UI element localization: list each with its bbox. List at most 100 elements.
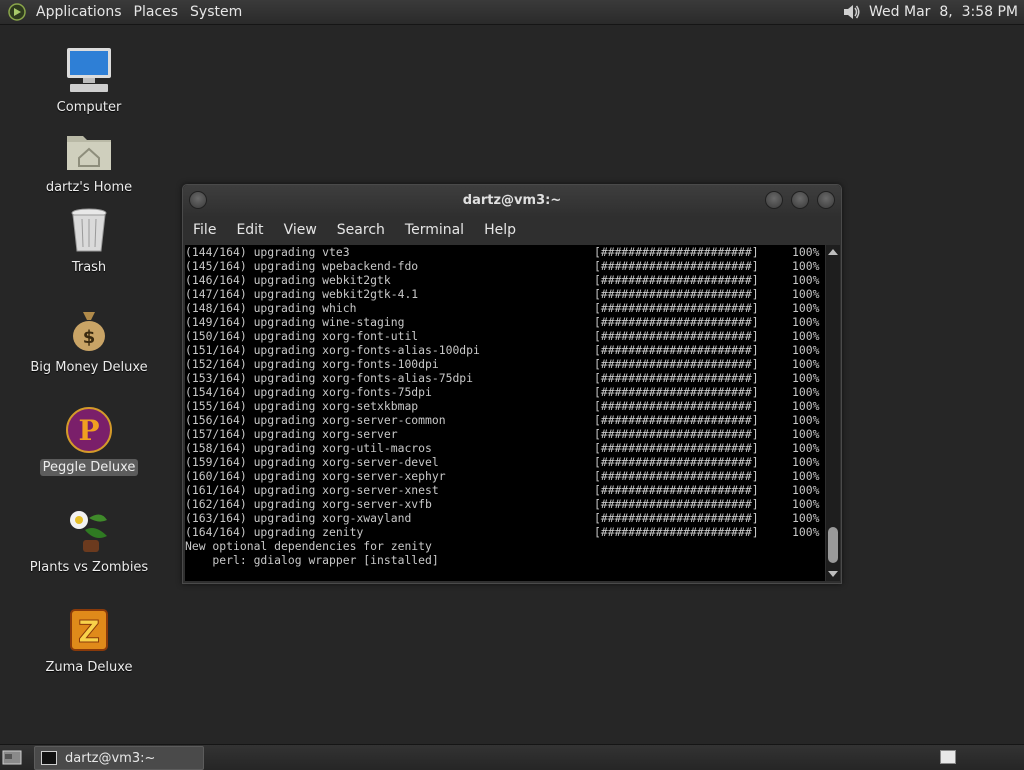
menu-view[interactable]: View xyxy=(274,217,327,243)
terminal-progress-bar: [######################] xyxy=(594,371,759,385)
terminal-percent: 100% xyxy=(792,497,820,511)
terminal-line-text: (157/164) upgrading xorg-server xyxy=(185,427,398,441)
terminal-progress-bar: [######################] xyxy=(594,329,759,343)
menu-terminal[interactable]: Terminal xyxy=(395,217,474,243)
terminal-lines: (144/164) upgrading vte3 [###############… xyxy=(185,245,825,539)
scroll-up-arrow-icon[interactable] xyxy=(828,249,838,255)
window-titlebar[interactable]: dartz@vm3:~ xyxy=(183,185,841,217)
desktop-icon-home[interactable]: dartz's Home xyxy=(14,124,164,196)
terminal-progress-bar: [######################] xyxy=(594,413,759,427)
maximize-button[interactable] xyxy=(791,191,809,209)
desktop-icon-label: Computer xyxy=(56,100,122,115)
terminal-progress-bar: [######################] xyxy=(594,399,759,413)
terminal-scrollbar[interactable] xyxy=(826,245,840,581)
plants-icon xyxy=(70,511,107,552)
terminal-line-text: (150/164) upgrading xorg-font-util xyxy=(185,329,419,343)
terminal-line-text: (163/164) upgrading xorg-xwayland xyxy=(185,511,412,525)
desktop-icon-trash[interactable]: Trash xyxy=(14,204,164,276)
terminal-line: (154/164) upgrading xorg-fonts-75dpi [###… xyxy=(185,385,825,399)
menu-help[interactable]: Help xyxy=(474,217,526,243)
taskbar-button-terminal[interactable]: dartz@vm3:~ xyxy=(34,746,204,770)
panel-tray: Wed Mar 8, 3:58 PM xyxy=(841,0,1024,24)
terminal-percent: 100% xyxy=(792,399,820,413)
terminal-percent: 100% xyxy=(792,413,820,427)
terminal-line-text: (144/164) upgrading vte3 xyxy=(185,245,350,259)
menu-file[interactable]: File xyxy=(183,217,226,243)
terminal-percent: 100% xyxy=(792,385,820,399)
terminal-line-text: (160/164) upgrading xorg-server-xephyr xyxy=(185,469,446,483)
terminal-menubar: File Edit View Search Terminal Help xyxy=(183,217,841,243)
terminal-line: (156/164) upgrading xorg-server-common [#… xyxy=(185,413,825,427)
terminal-progress-bar: [######################] xyxy=(594,259,759,273)
terminal-footer-line: New optional dependencies for zenity xyxy=(185,539,432,553)
desktop-icon-computer[interactable]: Computer xyxy=(14,44,164,116)
terminal-line: (159/164) upgrading xorg-server-devel [##… xyxy=(185,455,825,469)
terminal-line: (158/164) upgrading xorg-util-macros [###… xyxy=(185,441,825,455)
terminal-progress-bar: [######################] xyxy=(594,357,759,371)
terminal-progress-bar: [######################] xyxy=(594,301,759,315)
terminal-window[interactable]: dartz@vm3:~ File Edit View Search Termin… xyxy=(182,184,842,584)
home-folder-icon xyxy=(67,136,111,170)
svg-text:P: P xyxy=(78,414,99,447)
minimize-button[interactable] xyxy=(765,191,783,209)
clock[interactable]: Wed Mar 8, 3:58 PM xyxy=(869,4,1018,20)
terminal-output[interactable]: (144/164) upgrading vte3 [###############… xyxy=(185,245,825,581)
terminal-progress-bar: [######################] xyxy=(594,455,759,469)
terminal-line: (157/164) upgrading xorg-server [########… xyxy=(185,427,825,441)
terminal-line-text: (158/164) upgrading xorg-util-macros xyxy=(185,441,432,455)
terminal-line: (144/164) upgrading vte3 [###############… xyxy=(185,245,825,259)
panel-menus: Applications Places System xyxy=(0,0,248,24)
terminal-percent: 100% xyxy=(792,259,820,273)
terminal-line-text: (159/164) upgrading xorg-server-devel xyxy=(185,455,439,469)
close-button[interactable] xyxy=(817,191,835,209)
terminal-line: (145/164) upgrading wpebackend-fdo [#####… xyxy=(185,259,825,273)
desktop-icon-label: Plants vs Zombies xyxy=(29,560,149,575)
terminal-line: (155/164) upgrading xorg-setxkbmap [#####… xyxy=(185,399,825,413)
terminal-line-text: (153/164) upgrading xorg-fonts-alias-75d… xyxy=(185,371,474,385)
desktop-icon-zuma[interactable]: Z Zuma Deluxe xyxy=(14,604,164,676)
terminal-progress-bar: [######################] xyxy=(594,441,759,455)
zuma-icon: Z xyxy=(70,609,108,651)
computer-icon xyxy=(67,48,111,92)
scroll-down-arrow-icon[interactable] xyxy=(828,571,838,577)
menu-edit[interactable]: Edit xyxy=(226,217,273,243)
terminal-percent: 100% xyxy=(792,483,820,497)
show-desktop-icon[interactable] xyxy=(2,748,22,766)
volume-icon[interactable] xyxy=(841,2,861,22)
desktop-icon-plants-vs-zombies[interactable]: Plants vs Zombies xyxy=(14,504,164,576)
terminal-percent: 100% xyxy=(792,343,820,357)
svg-text:$: $ xyxy=(83,327,96,348)
terminal-line: (146/164) upgrading webkit2gtk [#########… xyxy=(185,273,825,287)
menu-search[interactable]: Search xyxy=(327,217,395,243)
terminal-progress-bar: [######################] xyxy=(594,525,759,539)
terminal-progress-bar: [######################] xyxy=(594,469,759,483)
terminal-percent: 100% xyxy=(792,357,820,371)
money-bag-icon: $ xyxy=(73,312,105,351)
applications-menu[interactable]: Applications xyxy=(30,0,128,24)
terminal-icon xyxy=(41,751,57,765)
desktop-icon-label: Trash xyxy=(71,260,107,275)
terminal-line-text: (151/164) upgrading xorg-fonts-alias-100… xyxy=(185,343,480,357)
distro-logo-icon[interactable] xyxy=(8,3,26,21)
terminal-progress-bar: [######################] xyxy=(594,497,759,511)
svg-text:Z: Z xyxy=(78,615,100,650)
terminal-percent: 100% xyxy=(792,441,820,455)
terminal-line-text: (162/164) upgrading xorg-server-xvfb xyxy=(185,497,432,511)
desktop-icon-big-money[interactable]: $ Big Money Deluxe xyxy=(14,304,164,376)
desktop-icon-label: Big Money Deluxe xyxy=(30,360,148,375)
terminal-progress-bar: [######################] xyxy=(594,315,759,329)
places-menu[interactable]: Places xyxy=(128,0,185,24)
desktop-icon-peggle[interactable]: P Peggle Deluxe xyxy=(14,404,164,476)
window-title: dartz@vm3:~ xyxy=(462,193,562,208)
terminal-line-text: (152/164) upgrading xorg-fonts-100dpi xyxy=(185,357,439,371)
terminal-percent: 100% xyxy=(792,427,820,441)
terminal-progress-bar: [######################] xyxy=(594,273,759,287)
scrollbar-thumb[interactable] xyxy=(828,527,838,563)
bottom-panel: dartz@vm3:~ xyxy=(0,744,1024,770)
workspace-switcher[interactable] xyxy=(940,750,956,764)
terminal-line-text: (156/164) upgrading xorg-server-common xyxy=(185,413,446,427)
terminal-line: (147/164) upgrading webkit2gtk-4.1 [#####… xyxy=(185,287,825,301)
system-menu[interactable]: System xyxy=(184,0,248,24)
terminal-line-text: (161/164) upgrading xorg-server-xnest xyxy=(185,483,439,497)
terminal-line: (150/164) upgrading xorg-font-util [#####… xyxy=(185,329,825,343)
